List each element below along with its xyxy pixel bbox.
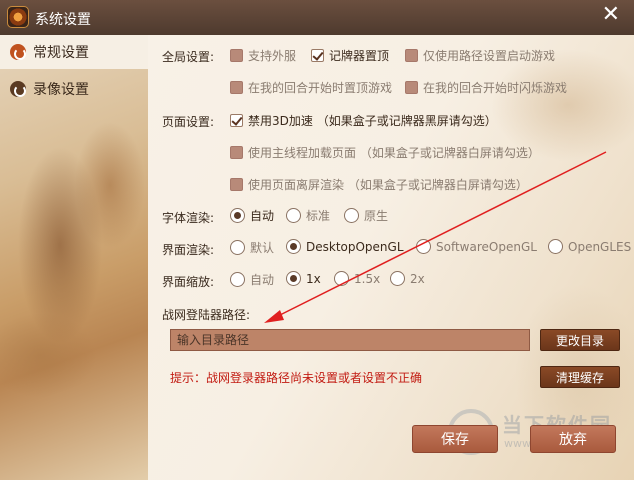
discard-button[interactable]: 放弃 [530,425,616,453]
option-label: OpenGLES [568,239,632,254]
sidebar-item-recording[interactable]: 录像设置 [0,72,148,106]
pin-game-on-turn-checkbox[interactable]: 在我的回合开始时置顶游戏 [230,79,392,96]
clear-cache-button[interactable]: 清理缓存 [540,366,620,388]
swirl-icon [10,44,26,60]
checkbox-box [311,49,324,62]
window-title: 系统设置 [35,12,91,28]
checkbox-box [405,49,418,62]
settings-panel: 全局设置: 支持外服 记牌器置顶 仅使用路径设置启动游戏 在我的回合开始时置顶游… [148,35,634,480]
font-render-auto-radio[interactable]: 自动 [230,207,274,224]
radio-circle [230,240,245,255]
option-label: 1x [306,271,321,286]
checkbox-box [230,178,243,191]
disable-3d-accel-checkbox[interactable]: 禁用3D加速 （如果盒子或记牌器黑屏请勾选） [230,112,497,129]
ui-scale-1x-radio[interactable]: 1x [286,271,321,286]
radio-circle [230,208,245,223]
title-bar: 系统设置 ✕ [0,0,634,35]
launch-by-path-only-checkbox[interactable]: 仅使用路径设置启动游戏 [405,47,555,64]
option-label: 1.5x [354,271,381,286]
option-label: 使用页面离屏渲染 （如果盒子或记牌器白屏请勾选） [248,178,528,192]
hearthstone-logo-icon [7,6,29,28]
main-thread-loading-checkbox[interactable]: 使用主线程加载页面 （如果盒子或记牌器白屏请勾选） [230,144,540,161]
sidebar-item-general[interactable]: 常规设置 [0,35,148,69]
ui-scale-auto-radio[interactable]: 自动 [230,271,274,288]
option-label: 默认 [250,241,275,255]
radio-circle [286,271,301,286]
option-label: 自动 [250,209,275,223]
font-render-standard-radio[interactable]: 标准 [286,207,330,224]
option-label: 2x [410,271,425,286]
radio-circle [548,239,563,254]
flash-game-on-turn-checkbox[interactable]: 在我的回合开始时闪烁游戏 [405,79,567,96]
launcher-path-input[interactable] [170,329,530,351]
option-label: 在我的回合开始时置顶游戏 [248,81,393,95]
checkbox-box [230,49,243,62]
save-button[interactable]: 保存 [412,425,498,453]
option-label: SoftwareOpenGL [436,239,537,254]
ui-render-software-opengl-radio[interactable]: SoftwareOpenGL [416,239,537,254]
launcher-path-label: 战网登陆器路径: [162,308,251,322]
launcher-path-hint: 提示：战网登录器路径尚未设置或者设置不正确 [170,371,423,385]
sidebar-item-label: 录像设置 [33,82,89,98]
radio-circle [286,208,301,223]
sidebar-item-label: 常规设置 [33,45,89,61]
checkbox-box [230,114,243,127]
panel-artwork [148,35,634,480]
ui-render-desktop-opengl-radio[interactable]: DesktopOpenGL [286,239,404,254]
close-icon[interactable]: ✕ [602,4,620,26]
checkbox-box [230,81,243,94]
ui-render-default-radio[interactable]: 默认 [230,239,274,256]
tracker-on-top-checkbox[interactable]: 记牌器置顶 [311,47,389,64]
global-settings-label: 全局设置: [162,50,215,64]
radio-circle [334,271,349,286]
sidebar: 常规设置 录像设置 [0,35,148,480]
option-label: 仅使用路径设置启动游戏 [423,49,556,63]
page-settings-label: 页面设置: [162,115,215,129]
option-label: 原生 [364,209,389,223]
offscreen-render-checkbox[interactable]: 使用页面离屏渲染 （如果盒子或记牌器白屏请勾选） [230,176,528,193]
change-directory-button[interactable]: 更改目录 [540,329,620,351]
checkbox-box [405,81,418,94]
support-foreign-server-checkbox[interactable]: 支持外服 [230,47,296,64]
swirl-icon [10,81,26,97]
ui-render-opengles-radio[interactable]: OpenGLES [548,239,631,254]
ui-scale-2x-radio[interactable]: 2x [390,271,425,286]
option-label: DesktopOpenGL [306,239,404,254]
radio-circle [416,239,431,254]
radio-circle [344,208,359,223]
option-label: 在我的回合开始时闪烁游戏 [423,81,568,95]
option-label: 标准 [306,209,331,223]
radio-circle [390,271,405,286]
option-label: 支持外服 [248,49,297,63]
radio-circle [230,272,245,287]
font-render-native-radio[interactable]: 原生 [344,207,388,224]
ui-scale-label: 界面缩放: [162,275,215,289]
option-label: 记牌器置顶 [329,49,390,63]
ui-scale-1-5x-radio[interactable]: 1.5x [334,271,380,286]
radio-circle [286,239,301,254]
checkbox-box [230,146,243,159]
font-render-label: 字体渲染: [162,211,215,225]
ui-render-label: 界面渲染: [162,243,215,257]
option-label: 自动 [250,273,275,287]
option-label: 使用主线程加载页面 （如果盒子或记牌器白屏请勾选） [248,146,540,160]
option-label: 禁用3D加速 （如果盒子或记牌器黑屏请勾选） [248,114,497,128]
